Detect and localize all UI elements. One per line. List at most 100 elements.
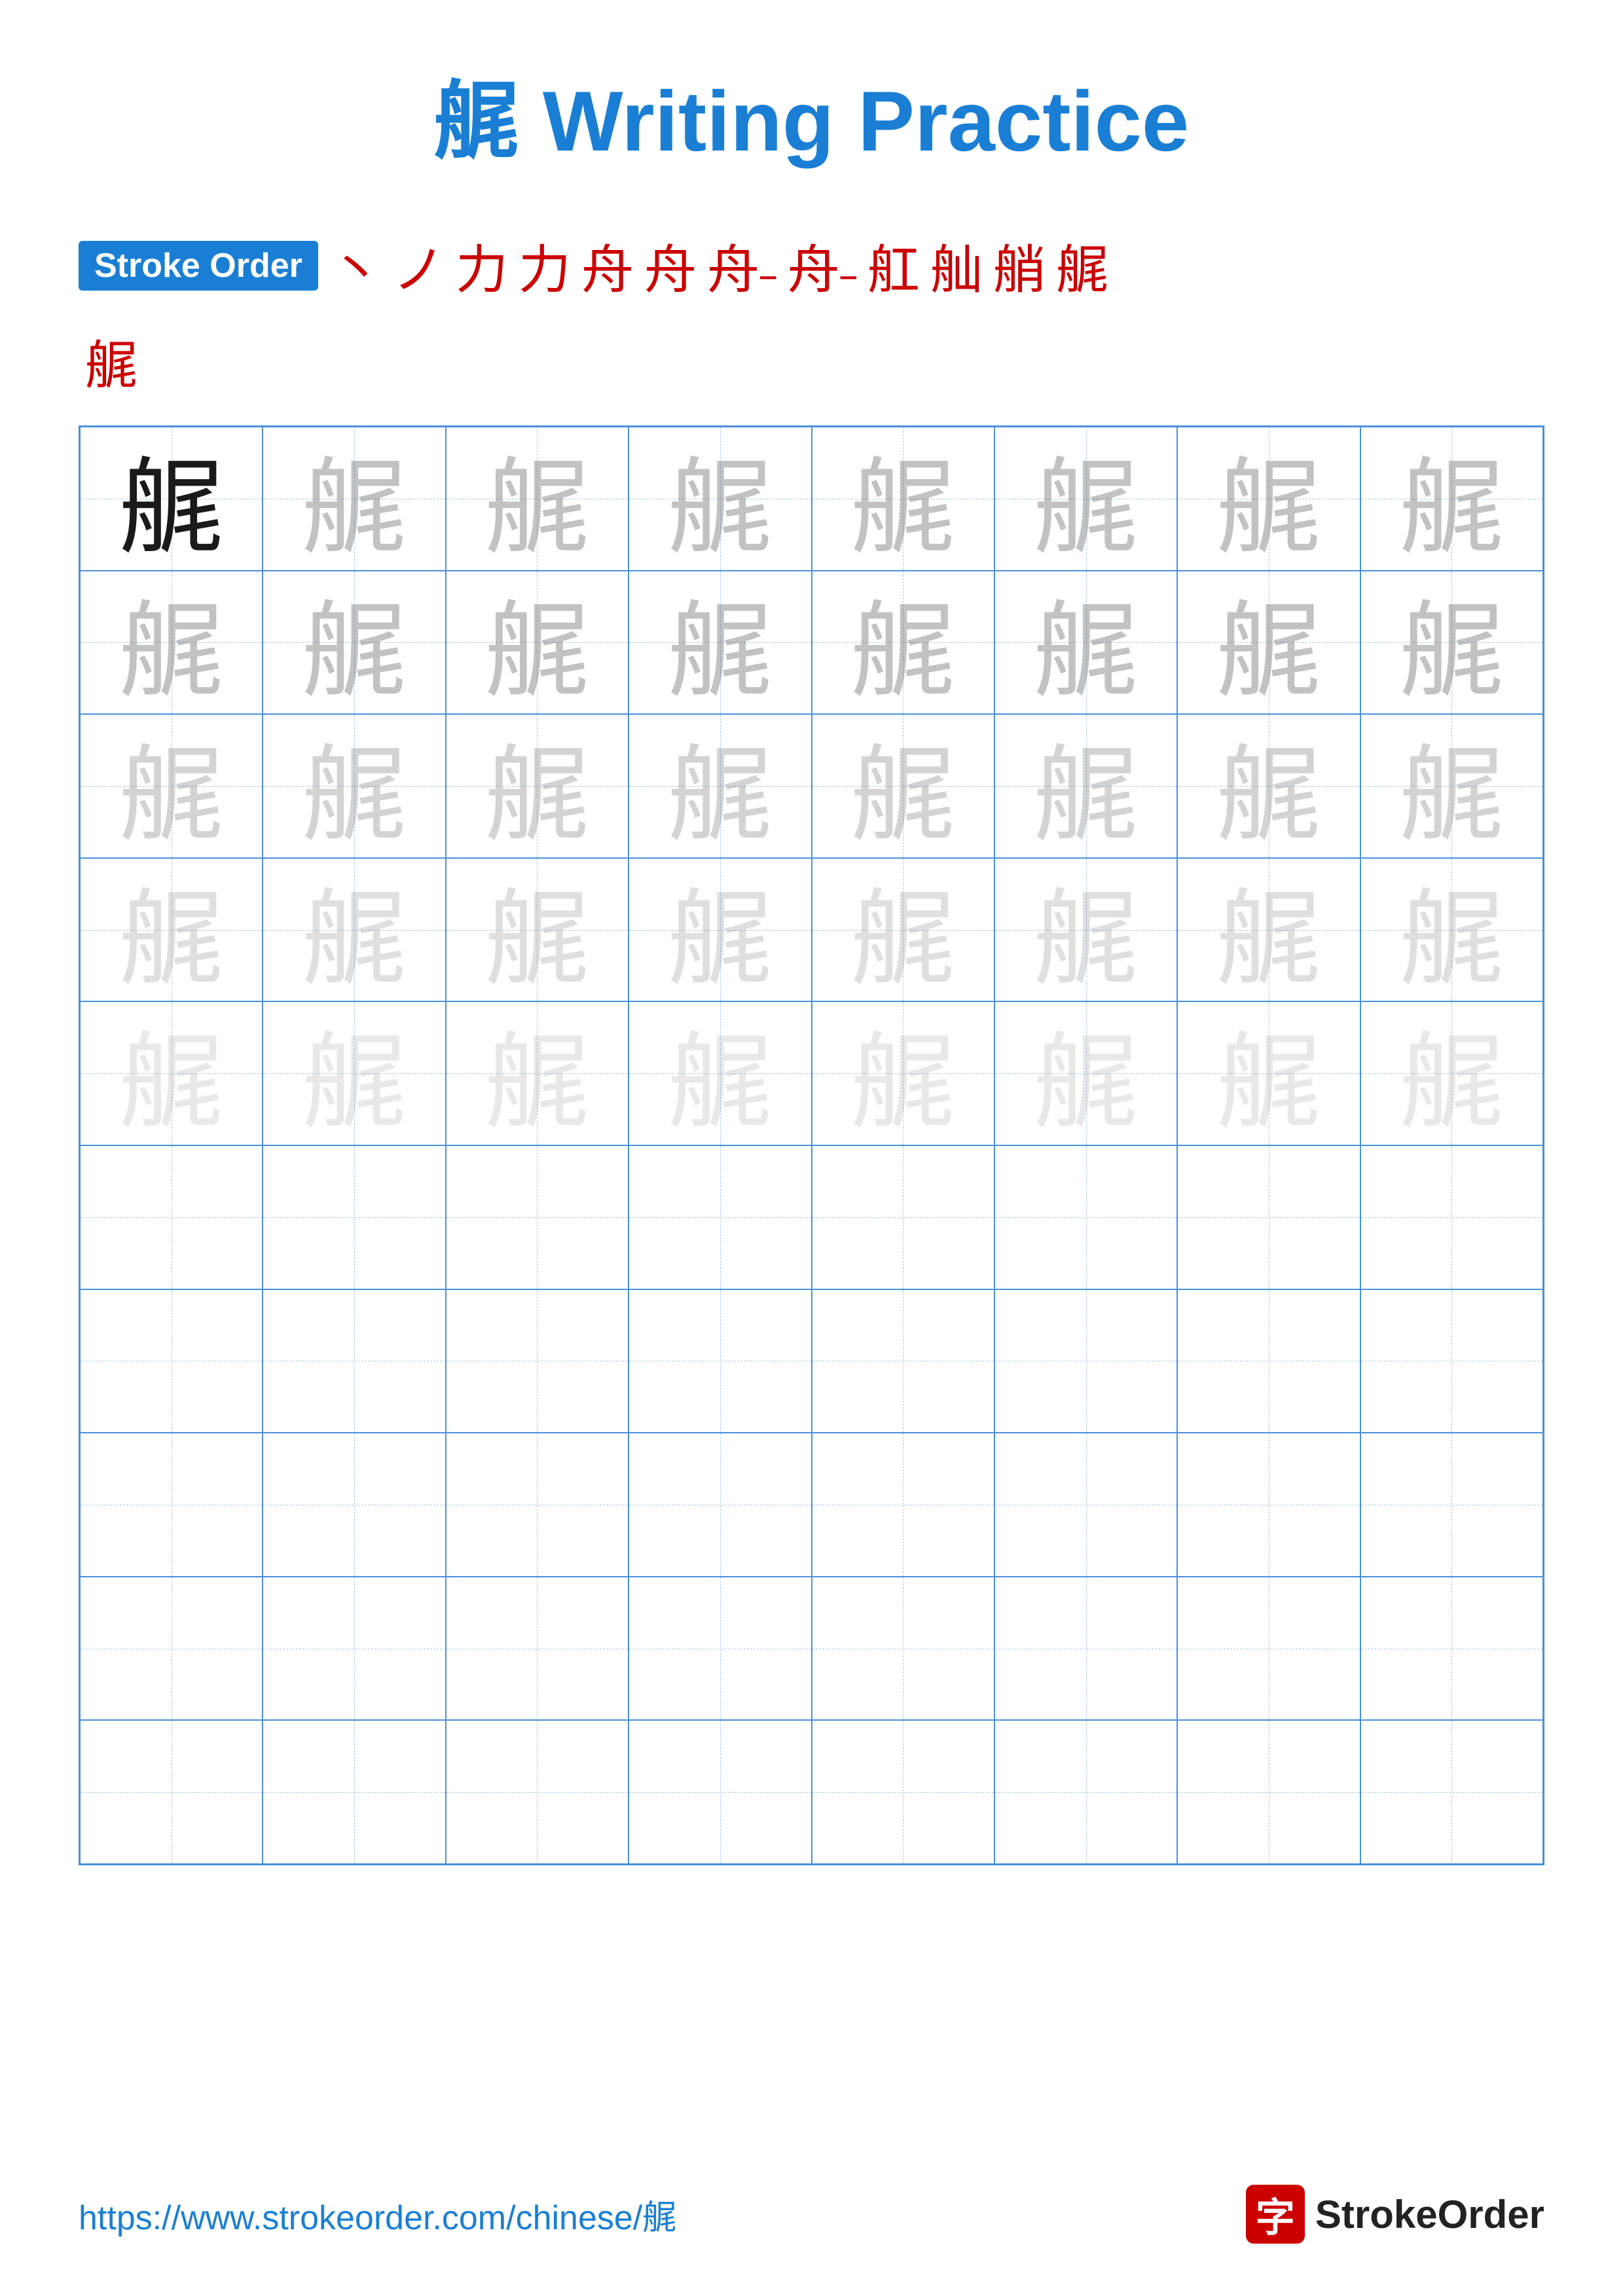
grid-cell-empty[interactable] bbox=[812, 1145, 994, 1289]
practice-char-dark: 艉 bbox=[119, 427, 224, 571]
grid-cell[interactable]: 艉 bbox=[629, 427, 811, 571]
stroke-12: 艉 bbox=[1056, 228, 1108, 304]
grid-cell-empty[interactable] bbox=[80, 1145, 263, 1289]
grid-cell[interactable]: 艉 bbox=[446, 1001, 629, 1145]
grid-cell-empty[interactable] bbox=[446, 1289, 629, 1433]
grid-cell-empty[interactable] bbox=[1360, 1577, 1543, 1721]
grid-cell-empty[interactable] bbox=[1177, 1289, 1360, 1433]
grid-cell[interactable]: 艉 bbox=[1360, 571, 1543, 715]
grid-cell-empty[interactable] bbox=[812, 1289, 994, 1433]
grid-cell-empty[interactable] bbox=[80, 1289, 263, 1433]
grid-cell[interactable]: 艉 bbox=[629, 1001, 811, 1145]
grid-cell-empty[interactable] bbox=[629, 1577, 811, 1721]
grid-cell-empty[interactable] bbox=[1360, 1145, 1543, 1289]
grid-cell-empty[interactable] bbox=[629, 1433, 811, 1577]
grid-cell[interactable]: 艉 bbox=[446, 714, 629, 858]
grid-cell[interactable]: 艉 bbox=[994, 858, 1177, 1002]
grid-cell[interactable]: 艉 bbox=[994, 1001, 1177, 1145]
grid-cell[interactable]: 艉 bbox=[263, 1001, 445, 1145]
grid-cell[interactable]: 艉 bbox=[1177, 714, 1360, 858]
grid-cell-empty[interactable] bbox=[812, 1433, 994, 1577]
stroke-10: 舢 bbox=[930, 228, 983, 304]
grid-cell[interactable]: 艉 bbox=[1360, 714, 1543, 858]
grid-cell[interactable]: 艉 bbox=[263, 858, 445, 1002]
grid-cell-empty[interactable] bbox=[80, 1433, 263, 1577]
grid-cell-empty[interactable] bbox=[812, 1577, 994, 1721]
practice-char-trace: 艉 bbox=[1399, 714, 1504, 858]
grid-cell[interactable]: 艉 bbox=[446, 858, 629, 1002]
grid-cell[interactable]: 艉 bbox=[994, 427, 1177, 571]
grid-cell[interactable]: 艉 bbox=[1177, 858, 1360, 1002]
grid-cell-empty[interactable] bbox=[446, 1433, 629, 1577]
grid-cell-empty[interactable] bbox=[446, 1720, 629, 1864]
grid-cell[interactable]: 艉 bbox=[80, 858, 263, 1002]
grid-cell-empty[interactable] bbox=[994, 1720, 1177, 1864]
logo-icon: 字 bbox=[1246, 2185, 1305, 2244]
grid-cell[interactable]: 艉 bbox=[80, 427, 263, 571]
grid-cell[interactable]: 艉 bbox=[1177, 571, 1360, 715]
grid-cell-empty[interactable] bbox=[446, 1145, 629, 1289]
grid-cell[interactable]: 艉 bbox=[812, 1001, 994, 1145]
grid-cell-empty[interactable] bbox=[263, 1289, 445, 1433]
grid-cell[interactable]: 艉 bbox=[80, 714, 263, 858]
grid-cell-empty[interactable] bbox=[812, 1720, 994, 1864]
practice-char-trace: 艉 bbox=[1216, 1001, 1321, 1145]
footer: https://www.strokeorder.com/chinese/艉 字 … bbox=[79, 2185, 1544, 2244]
grid-cell-empty[interactable] bbox=[994, 1433, 1177, 1577]
grid-cell-empty[interactable] bbox=[1360, 1433, 1543, 1577]
grid-cell[interactable]: 艉 bbox=[80, 571, 263, 715]
stroke-7: 舟˗ bbox=[707, 228, 777, 304]
grid-cell-empty[interactable] bbox=[994, 1289, 1177, 1433]
grid-cell[interactable]: 艉 bbox=[812, 858, 994, 1002]
grid-cell-empty[interactable] bbox=[263, 1720, 445, 1864]
grid-cell[interactable]: 艉 bbox=[1360, 858, 1543, 1002]
grid-cell[interactable]: 艉 bbox=[629, 571, 811, 715]
grid-cell-empty[interactable] bbox=[1177, 1720, 1360, 1864]
grid-cell[interactable]: 艉 bbox=[263, 714, 445, 858]
grid-cell[interactable]: 艉 bbox=[812, 571, 994, 715]
grid-cell-empty[interactable] bbox=[629, 1289, 811, 1433]
grid-cell-empty[interactable] bbox=[80, 1577, 263, 1721]
practice-char-trace: 艉 bbox=[484, 858, 589, 1002]
grid-cell-empty[interactable] bbox=[629, 1145, 811, 1289]
practice-char-trace: 艉 bbox=[119, 714, 224, 858]
practice-char-trace: 艉 bbox=[1399, 571, 1504, 715]
grid-cell-empty[interactable] bbox=[446, 1577, 629, 1721]
grid-cell[interactable]: 艉 bbox=[812, 714, 994, 858]
logo-char: 字 bbox=[1256, 2186, 1295, 2243]
grid-cell[interactable]: 艉 bbox=[812, 427, 994, 571]
grid-cell-empty[interactable] bbox=[1177, 1577, 1360, 1721]
page: 艉 Writing Practice Stroke Order 丶 ノ 力 力 … bbox=[0, 0, 1623, 2296]
grid-cell[interactable]: 艉 bbox=[629, 858, 811, 1002]
grid-cell-empty[interactable] bbox=[629, 1720, 811, 1864]
grid-cell[interactable]: 艉 bbox=[446, 427, 629, 571]
grid-cell[interactable]: 艉 bbox=[80, 1001, 263, 1145]
grid-cell-empty[interactable] bbox=[1177, 1145, 1360, 1289]
page-title: 艉 Writing Practice bbox=[79, 52, 1544, 175]
grid-cell[interactable]: 艉 bbox=[994, 571, 1177, 715]
practice-char-trace: 艉 bbox=[119, 1001, 224, 1145]
grid-cell-empty[interactable] bbox=[1177, 1433, 1360, 1577]
grid-cell-empty[interactable] bbox=[994, 1577, 1177, 1721]
grid-cell-empty[interactable] bbox=[263, 1433, 445, 1577]
grid-cell[interactable]: 艉 bbox=[1177, 1001, 1360, 1145]
grid-cell[interactable]: 艉 bbox=[446, 571, 629, 715]
grid-cell[interactable]: 艉 bbox=[263, 427, 445, 571]
grid-cell-empty[interactable] bbox=[263, 1577, 445, 1721]
grid-cell-empty[interactable] bbox=[994, 1145, 1177, 1289]
stroke-order-section: Stroke Order 丶 ノ 力 力 舟 舟 舟˗ 舟˗ 舡 舢 艄 艉 艉 bbox=[79, 228, 1544, 399]
grid-cell[interactable]: 艉 bbox=[1360, 427, 1543, 571]
practice-char-trace: 艉 bbox=[668, 714, 773, 858]
grid-cell[interactable]: 艉 bbox=[1177, 427, 1360, 571]
grid-cell[interactable]: 艉 bbox=[1360, 1001, 1543, 1145]
practice-grid[interactable]: 艉 艉 艉 艉 艉 艉 艉 艉 艉 艉 艉 艉 艉 艉 艉 艉 艉 艉 艉 艉 … bbox=[79, 425, 1544, 1865]
grid-cell-empty[interactable] bbox=[80, 1720, 263, 1864]
grid-cell-empty[interactable] bbox=[1360, 1720, 1543, 1864]
grid-cell-empty[interactable] bbox=[1360, 1289, 1543, 1433]
grid-cell-empty[interactable] bbox=[263, 1145, 445, 1289]
grid-cell[interactable]: 艉 bbox=[994, 714, 1177, 858]
grid-cell[interactable]: 艉 bbox=[629, 714, 811, 858]
grid-cell[interactable]: 艉 bbox=[263, 571, 445, 715]
practice-char-trace: 艉 bbox=[1034, 571, 1139, 715]
practice-char-trace: 艉 bbox=[1216, 427, 1321, 571]
